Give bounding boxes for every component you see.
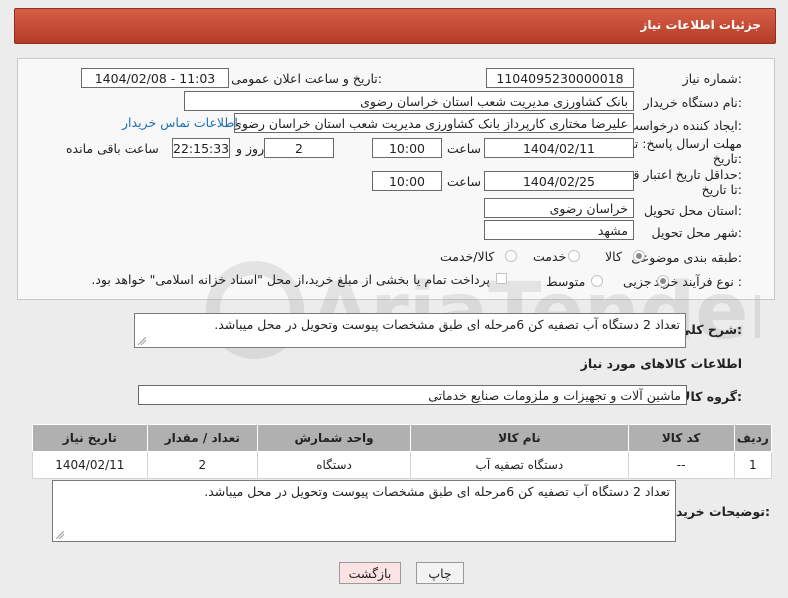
category-radio-goods[interactable] — [633, 250, 645, 262]
table-row: 1 -- دستگاه تصفیه آب دستگاه 2 1404/02/11 — [32, 451, 773, 479]
buyer-contact-link[interactable]: اطلاعات تماس خریدار — [122, 115, 238, 130]
goods-group-field: ماشین آلات و تجهیزات و ملزومات صنایع خدم… — [138, 385, 687, 405]
buyer-notes-textarea[interactable]: تعداد 2 دستگاه آب تصفیه کن 6مرحله ای طبق… — [52, 480, 676, 542]
validity-hour-label: ساعت — [447, 174, 482, 189]
validity-label-date: تا تاریخ: — [701, 182, 742, 197]
treasury-payment-note: پرداخت تمام یا بخشی از مبلغ خرید،از محل … — [91, 272, 490, 287]
description-textarea[interactable]: تعداد 2 دستگاه آب تصفیه کن 6مرحله ای طبق… — [134, 313, 686, 348]
province-label: استان محل تحویل: — [643, 203, 742, 218]
category-label: طبقه بندی موضوعی: — [631, 250, 742, 265]
treasury-payment-checkbox[interactable] — [496, 273, 507, 284]
category-both-label: کالا/خدمت — [440, 249, 495, 264]
buyer-org-field: بانک کشاورزی مدیریت شعب استان خراسان رضو… — [184, 91, 634, 111]
category-service-label: خدمت — [533, 249, 567, 264]
days-field: 2 — [264, 138, 334, 158]
description-text: تعداد 2 دستگاه آب تصفیه کن 6مرحله ای طبق… — [214, 317, 680, 332]
validity-time-field: 10:00 — [372, 171, 442, 191]
col-qty: تعداد / مقدار — [146, 424, 258, 452]
process-radio-medium[interactable] — [591, 275, 603, 287]
process-medium-label: متوسط — [546, 274, 586, 289]
process-minor-label: جزیی — [623, 274, 652, 289]
resize-handle-icon[interactable] — [138, 337, 146, 345]
resize-handle-icon[interactable] — [56, 531, 64, 539]
need-number-label: شماره نیاز: — [682, 71, 742, 86]
category-goods-label: کالا — [605, 249, 622, 264]
remaining-label: ساعت باقی مانده — [66, 141, 159, 156]
goods-group-label: گروه کالا: — [681, 389, 742, 404]
creator-label: ایجاد کننده درخواست: — [626, 118, 742, 133]
category-radio-service[interactable] — [568, 250, 580, 262]
province-field: خراسان رضوی — [484, 198, 634, 218]
city-field: مشهد — [484, 220, 634, 240]
cell-code: -- — [627, 451, 735, 479]
buyer-notes-text: تعداد 2 دستگاه آب تصفیه کن 6مرحله ای طبق… — [204, 484, 670, 499]
need-number-field: 1104095230000018 — [486, 68, 634, 88]
process-radio-minor[interactable] — [657, 275, 669, 287]
category-radio-both[interactable] — [505, 250, 517, 262]
buyer-org-label: نام دستگاه خریدار: — [643, 95, 742, 110]
cell-row: 1 — [733, 451, 773, 479]
page-title: جزئیات اطلاعات نیاز — [640, 18, 761, 32]
deadline-label: مهلت ارسال پاسخ: تا — [631, 136, 742, 151]
creator-field: علیرضا مختاری کارپرداز بانک کشاورزی مدیر… — [234, 113, 634, 133]
cell-qty: 2 — [146, 451, 258, 479]
back-button[interactable]: بازگشت — [339, 562, 401, 584]
goods-table-header: ردیف کد کالا نام کالا واحد شمارش تعداد /… — [32, 424, 773, 452]
validity-date-field: 1404/02/25 — [484, 171, 634, 191]
col-date: تاریخ نیاز — [32, 424, 148, 452]
remaining-time-field: 22:15:33 — [172, 138, 230, 158]
buyer-notes-label: توضیحات خریدار: — [664, 504, 770, 519]
announce-label: تاریخ و ساعت اعلان عمومی: — [231, 71, 382, 86]
cell-name: دستگاه تصفیه آب — [410, 451, 629, 479]
col-unit: واحد شمارش — [256, 424, 412, 452]
deadline-date-field: 1404/02/11 — [484, 138, 634, 158]
city-label: شهر محل تحویل: — [651, 225, 742, 240]
col-row: ردیف — [733, 424, 773, 452]
cell-date: 1404/02/11 — [32, 451, 148, 479]
col-name: نام کالا — [410, 424, 629, 452]
print-button[interactable]: چاپ — [416, 562, 464, 584]
days-label: روز و — [236, 141, 265, 156]
deadline-time-field: 10:00 — [372, 138, 442, 158]
goods-section-title: اطلاعات کالاهای مورد نیاز — [580, 356, 742, 371]
col-code: کد کالا — [627, 424, 735, 452]
cell-unit: دستگاه — [256, 451, 412, 479]
page-header: جزئیات اطلاعات نیاز — [14, 8, 776, 44]
goods-table: ردیف کد کالا نام کالا واحد شمارش تعداد /… — [32, 424, 773, 479]
deadline-label-date: تاریخ: — [712, 151, 742, 166]
announce-field: 1404/02/08 - 11:03 — [81, 68, 229, 88]
deadline-hour-label: ساعت — [447, 141, 482, 156]
